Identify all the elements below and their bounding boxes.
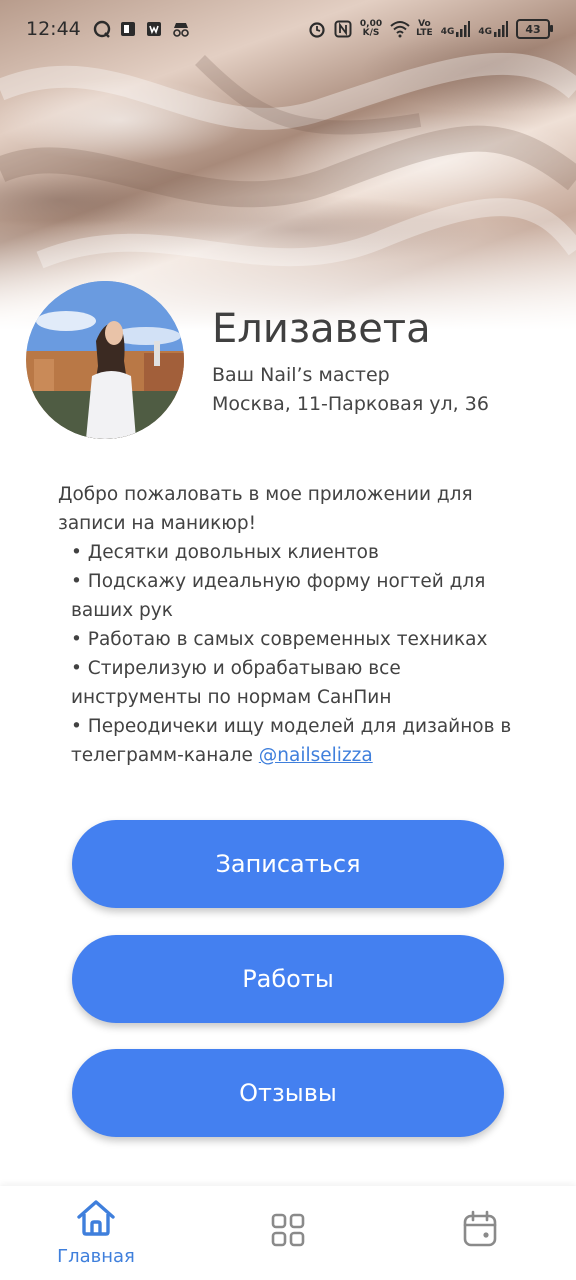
network-speed-unit: K/S (362, 28, 380, 38)
messenger-notification-icon (93, 20, 111, 38)
office-notification-icon (119, 20, 137, 38)
status-bar-left: 12:44 (26, 18, 189, 40)
list-item: Переодичеки ищу моделей для дизайнов в т… (71, 712, 528, 770)
description-intro: Добро пожаловать в мое приложении для за… (58, 484, 473, 534)
calendar-icon (463, 1210, 497, 1247)
alarm-icon (308, 20, 326, 38)
master-name: Елизавета (212, 306, 431, 352)
battery-indicator: 43 (516, 19, 553, 39)
network-speed: 0,00 K/S (360, 20, 382, 38)
volte-bottom: LTE (416, 28, 433, 38)
signal-2: 4G (478, 21, 508, 37)
word-notification-icon (145, 20, 163, 38)
book-button[interactable]: Записаться (72, 820, 504, 908)
nav-label-home: Главная (57, 1246, 135, 1267)
list-item: Стирелизую и обрабатываю все инструменты… (71, 654, 528, 712)
grid-icon (271, 1213, 305, 1247)
description: Добро пожаловать в мое приложении для за… (58, 480, 528, 770)
bottom-nav: Главная (0, 1186, 576, 1280)
master-subtitle: Ваш Nail’s мастер (212, 364, 390, 386)
status-bar-right: 0,00 K/S Vo LTE 4G 4G 43 (308, 19, 553, 39)
signal-bars-icon (494, 21, 508, 37)
nav-item-calendar[interactable] (425, 1198, 535, 1252)
status-time: 12:44 (26, 18, 81, 40)
description-bullets: Десятки довольных клиентов Подскажу идеа… (58, 538, 528, 770)
nav-item-works[interactable] (233, 1198, 343, 1252)
incognito-icon (171, 20, 189, 38)
master-address: Москва, 11-Парковая ул, 36 (212, 393, 489, 415)
signal-bars-icon (456, 21, 471, 37)
avatar (26, 281, 184, 439)
wifi-icon (390, 20, 410, 38)
signal-1-label: 4G (440, 27, 455, 37)
works-button[interactable]: Работы (72, 935, 504, 1023)
reviews-button[interactable]: Отзывы (72, 1049, 504, 1137)
nfc-icon (334, 20, 352, 38)
nav-item-home[interactable]: Главная (41, 1198, 151, 1267)
home-icon (77, 1200, 115, 1236)
status-bar: 12:44 0,00 K/S Vo LTE 4G 4G 43 (0, 0, 576, 58)
list-item: Подскажу идеальную форму ногтей для ваши… (71, 567, 528, 625)
volte-indicator: Vo LTE (416, 20, 433, 38)
signal-1: 4G (441, 21, 471, 37)
list-item: Десятки довольных клиентов (71, 538, 528, 567)
signal-2-label: 4G (478, 27, 492, 37)
telegram-channel-link[interactable]: @nailselizza (259, 745, 373, 766)
list-item: Работаю в самых современных техниках (71, 625, 528, 654)
